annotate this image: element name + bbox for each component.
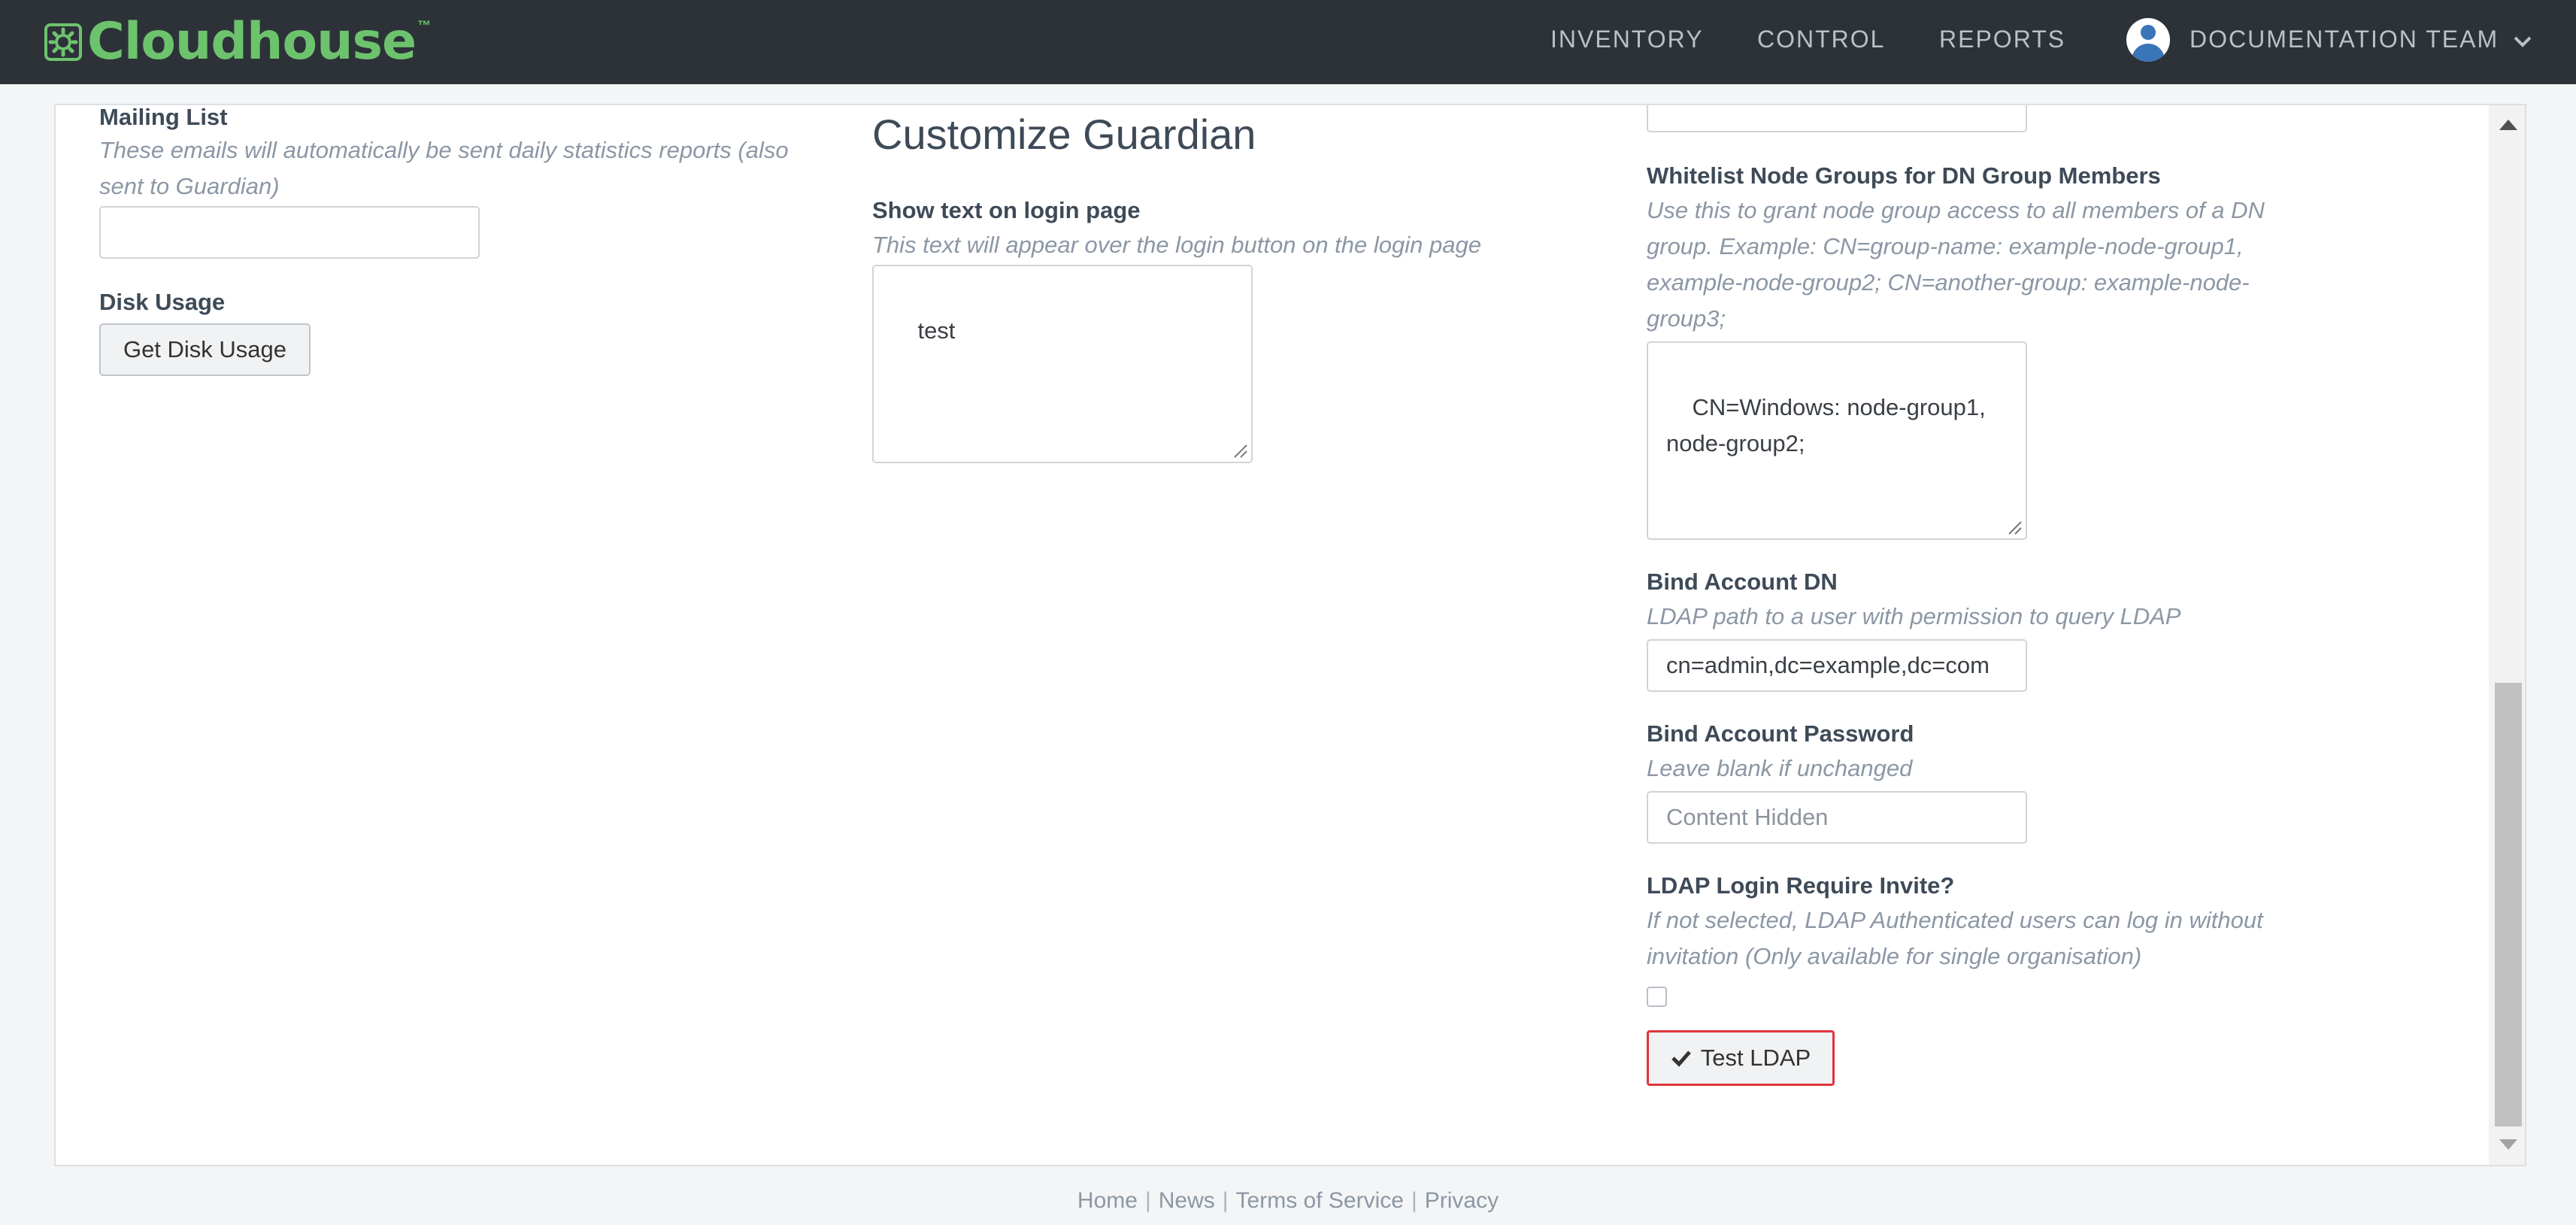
footer-separator: | <box>1222 1188 1229 1213</box>
nav-inventory[interactable]: INVENTORY <box>1550 26 1704 53</box>
ldap-invite-label: LDAP Login Require Invite? <box>1647 872 1955 899</box>
ldap-invite-checkbox[interactable] <box>1647 987 1667 1007</box>
bind-password-hint: Leave blank if unchanged <box>1647 755 1913 781</box>
footer-separator: | <box>1144 1188 1151 1213</box>
scroll-down-arrow-icon[interactable] <box>2498 1137 2519 1152</box>
top-navbar: Cloudhouse ™ INVENTORY CONTROL REPORTS D… <box>0 0 2576 84</box>
customize-guardian-heading: Customize Guardian <box>872 111 1256 158</box>
brand-logo[interactable]: Cloudhouse ™ <box>44 12 431 72</box>
login-text-label: Show text on login page <box>872 197 1141 223</box>
footer-separator: | <box>1411 1188 1417 1213</box>
chevron-down-icon[interactable] <box>2511 30 2534 53</box>
user-avatar-icon[interactable] <box>2126 18 2170 62</box>
whitelist-hint: Use this to grant node group access to a… <box>1647 197 2265 332</box>
footer-news-link[interactable]: News <box>1159 1188 1215 1214</box>
gear-logo-icon <box>44 23 82 61</box>
disk-usage-label: Disk Usage <box>99 289 226 315</box>
login-text-textarea[interactable]: test <box>872 265 1253 463</box>
login-text-value: test <box>917 317 956 344</box>
bind-dn-hint: LDAP path to a user with permission to q… <box>1647 603 2181 629</box>
mailing-list-input[interactable] <box>99 206 480 259</box>
scrollbar-thumb[interactable] <box>2495 683 2522 1126</box>
ldap-invite-hint: If not selected, LDAP Authenticated user… <box>1647 907 2263 969</box>
resize-grip-icon[interactable] <box>2006 519 2023 535</box>
mailing-list-label: Mailing List <box>99 104 228 130</box>
scroll-up-arrow-icon[interactable] <box>2498 117 2519 132</box>
resize-grip-icon[interactable] <box>1232 442 1248 459</box>
get-disk-usage-button[interactable]: Get Disk Usage <box>99 323 311 376</box>
bind-dn-input[interactable]: cn=admin,dc=example,dc=com <box>1647 639 2027 692</box>
bind-dn-label: Bind Account DN <box>1647 569 1838 595</box>
footer-privacy-link[interactable]: Privacy <box>1425 1188 1499 1214</box>
settings-panel: Mailing List These emails will automatic… <box>54 104 2526 1166</box>
login-text-hint: This text will appear over the login but… <box>872 232 1481 258</box>
footer-terms-link[interactable]: Terms of Service <box>1236 1188 1404 1214</box>
brand-trademark: ™ <box>417 18 432 33</box>
bind-password-label: Bind Account Password <box>1647 720 1914 747</box>
nav-control[interactable]: CONTROL <box>1757 26 1885 53</box>
whitelist-label: Whitelist Node Groups for DN Group Membe… <box>1647 162 2161 189</box>
brand-name: Cloudhouse <box>87 12 417 71</box>
whitelist-textarea[interactable]: CN=Windows: node-group1, node-group2; <box>1647 341 2027 540</box>
vertical-scrollbar[interactable] <box>2489 105 2525 1165</box>
top-partial-input[interactable] <box>1647 105 2027 132</box>
whitelist-value: CN=Windows: node-group1, node-group2; <box>1666 394 1986 456</box>
footer: Home | News | Terms of Service | Privacy <box>0 1188 2576 1214</box>
bind-password-input[interactable]: Content Hidden <box>1647 791 2027 844</box>
footer-home-link[interactable]: Home <box>1077 1188 1138 1214</box>
mailing-list-hint: These emails will automatically be sent … <box>99 137 789 199</box>
team-menu[interactable]: DOCUMENTATION TEAM <box>2190 26 2499 53</box>
check-icon <box>1671 1051 1691 1067</box>
nav-reports[interactable]: REPORTS <box>1939 26 2065 53</box>
test-ldap-label: Test LDAP <box>1700 1045 1811 1071</box>
test-ldap-button[interactable]: Test LDAP <box>1647 1030 1835 1086</box>
